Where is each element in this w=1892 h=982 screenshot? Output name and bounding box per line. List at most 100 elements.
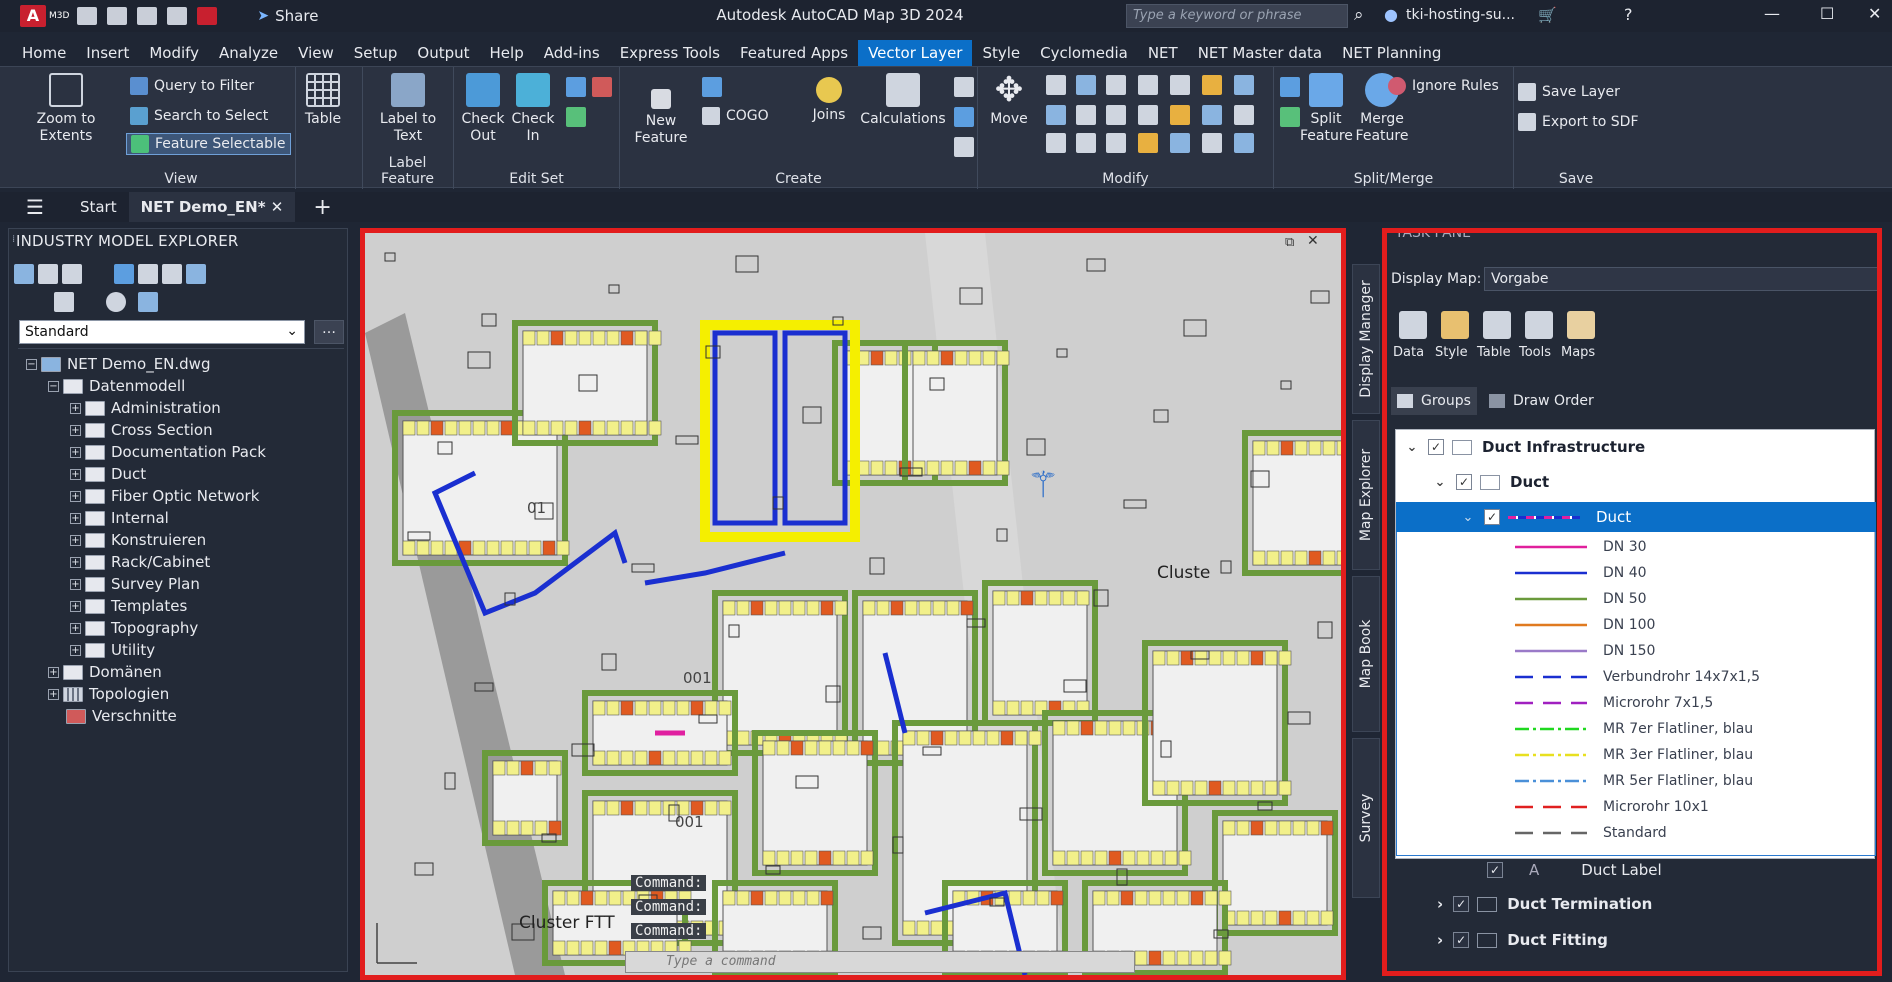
tree-item-documentation-pack[interactable]: + Documentation Pack [70, 441, 266, 463]
view-cube-icon[interactable]: ⚚ [1027, 465, 1059, 506]
tree-item-templates[interactable]: + Templates [70, 595, 187, 617]
explorer-tool-icon-6[interactable] [162, 264, 182, 284]
close-tab-icon[interactable]: ✕ [271, 198, 284, 216]
chevron-down-icon[interactable]: ⌄ [1404, 440, 1420, 455]
maps-tool-label[interactable]: Maps [1561, 345, 1595, 360]
modify-tool-icon[interactable] [1076, 133, 1096, 153]
minimize-button[interactable]: — [1764, 4, 1780, 23]
map-drawing[interactable] [365, 233, 1341, 975]
modify-tool-icon[interactable] [1138, 133, 1158, 153]
tab-featured-apps[interactable]: Featured Apps [730, 40, 858, 66]
joins-button[interactable]: Joins [804, 73, 854, 124]
check-in-button[interactable]: Check In [508, 73, 558, 145]
edit-set-refresh-icon[interactable] [566, 107, 586, 127]
layer-visibility-checkbox[interactable]: ✓ [1453, 896, 1470, 912]
modify-tool-icon[interactable] [1202, 105, 1222, 125]
explorer-tool-icon-4[interactable] [114, 264, 134, 284]
chevron-down-icon[interactable]: ⌄ [1460, 510, 1476, 525]
tab-add-ins[interactable]: Add-ins [534, 40, 610, 66]
tools-icon[interactable] [1525, 311, 1553, 339]
modify-tool-icon[interactable] [1234, 75, 1254, 95]
tree-item-administration[interactable]: + Administration [70, 397, 221, 419]
side-tab-display-manager[interactable]: Display Manager [1352, 264, 1380, 414]
tab-net[interactable]: NET [1138, 40, 1188, 66]
legend-item[interactable]: DN 150 [1515, 640, 1655, 662]
feature-selectable-toggle[interactable]: Feature Selectable [126, 133, 291, 155]
expand-icon[interactable]: + [70, 600, 81, 612]
groups-toggle[interactable]: Groups [1391, 387, 1477, 415]
tree-item-fiber-optic-network[interactable]: + Fiber Optic Network [70, 485, 259, 507]
explorer-tool-icon-1[interactable] [14, 264, 34, 284]
expand-icon[interactable]: + [48, 688, 59, 700]
display-map-select[interactable]: Vorgabe [1484, 267, 1877, 291]
tab-view[interactable]: View [288, 40, 344, 66]
open-folder-icon[interactable] [107, 7, 128, 25]
expand-icon[interactable]: + [48, 666, 59, 678]
layer-visibility-checkbox[interactable]: ✓ [1456, 474, 1472, 490]
table-tool-label[interactable]: Table [1477, 345, 1511, 360]
split-tool-icon-2[interactable] [1280, 107, 1300, 127]
modify-tool-icon[interactable] [1234, 105, 1254, 125]
maximize-button[interactable]: ☐ [1820, 4, 1834, 23]
export-sdf-button[interactable]: Export to SDF [1518, 113, 1639, 131]
legend-item[interactable]: Verbundrohr 14x7x1,5 [1515, 666, 1760, 688]
new-feature-button[interactable]: New Feature [626, 77, 696, 147]
legend-item[interactable]: Microrohr 7x1,5 [1515, 692, 1713, 714]
side-tab-map-book[interactable]: Map Book [1352, 576, 1380, 732]
legend-item[interactable]: DN 30 [1515, 536, 1647, 558]
app-logo[interactable]: A [20, 5, 46, 27]
chevron-right-icon[interactable]: › [1437, 931, 1443, 949]
legend-item[interactable]: DN 100 [1515, 614, 1655, 636]
expand-icon[interactable]: + [70, 402, 81, 414]
create-tool-icon-2[interactable] [954, 107, 974, 127]
expand-icon[interactable]: + [70, 512, 81, 524]
tab-express-tools[interactable]: Express Tools [610, 40, 730, 66]
collapse-icon[interactable]: − [48, 380, 59, 392]
modify-tool-icon[interactable] [1138, 105, 1158, 125]
search-select-button[interactable]: Search to Select [130, 107, 268, 125]
explorer-more-button[interactable]: … [314, 320, 344, 344]
layer-visibility-checkbox[interactable]: ✓ [1453, 932, 1470, 948]
save-layer-button[interactable]: Save Layer [1518, 83, 1620, 101]
explorer-tool-icon-7[interactable] [186, 264, 206, 284]
search-icon[interactable]: ⌕ [1354, 5, 1364, 25]
expand-icon[interactable]: + [70, 534, 81, 546]
ignore-rules-button[interactable]: Ignore Rules [1388, 77, 1499, 95]
explorer-tool-icon-5[interactable] [138, 264, 158, 284]
move-button[interactable]: ✥ Move [984, 73, 1034, 128]
data-icon[interactable] [1399, 311, 1427, 339]
chevron-right-icon[interactable]: › [1437, 895, 1443, 913]
autodesk-icon[interactable] [197, 7, 218, 25]
modify-tool-icon[interactable] [1106, 105, 1126, 125]
modify-tool-icon[interactable] [1076, 75, 1096, 95]
info-icon[interactable] [106, 292, 126, 312]
modify-tool-icon[interactable] [1234, 133, 1254, 153]
tree-item-topography[interactable]: + Topography [70, 617, 198, 639]
explorer-tool-icon-3[interactable] [62, 264, 82, 284]
tree-item-konstruieren[interactable]: + Konstruieren [70, 529, 206, 551]
layer-duct-selected[interactable]: ⌄ ✓ Duct [1396, 502, 1876, 532]
create-tool-icon-3[interactable] [954, 137, 974, 157]
tab-style[interactable]: Style [972, 40, 1030, 66]
layer-group-duct-infrastructure[interactable]: ⌄ ✓ Duct Infrastructure [1396, 434, 1876, 460]
query-filter-button[interactable]: Query to Filter [130, 77, 254, 95]
user-icon[interactable]: ● [1384, 5, 1398, 24]
expand-icon[interactable]: + [70, 644, 81, 656]
search-input[interactable]: Type a keyword or phrase [1126, 4, 1348, 28]
tree-item-survey-plan[interactable]: + Survey Plan [70, 573, 200, 595]
tab-vector-layer[interactable]: Vector Layer [858, 40, 973, 66]
expand-icon[interactable]: + [70, 490, 81, 502]
legend-item[interactable]: Microrohr 10x1 [1515, 796, 1709, 818]
expand-icon[interactable]: + [70, 424, 81, 436]
table-button[interactable]: Table [298, 73, 348, 128]
layer-group-duct-fitting[interactable]: › ✓ Duct Fitting [1437, 931, 1608, 949]
maps-icon[interactable] [1567, 311, 1595, 339]
save-icon[interactable] [137, 7, 158, 25]
calculations-button[interactable]: Calculations [858, 73, 948, 128]
expand-icon[interactable]: + [70, 578, 81, 590]
tab-net-master-data[interactable]: NET Master data [1188, 40, 1332, 66]
label-to-text-button[interactable]: Label to Text [370, 73, 446, 145]
share-icon[interactable]: ➤ [257, 8, 269, 24]
new-file-icon[interactable] [77, 7, 98, 25]
modify-tool-icon[interactable] [1170, 75, 1190, 95]
